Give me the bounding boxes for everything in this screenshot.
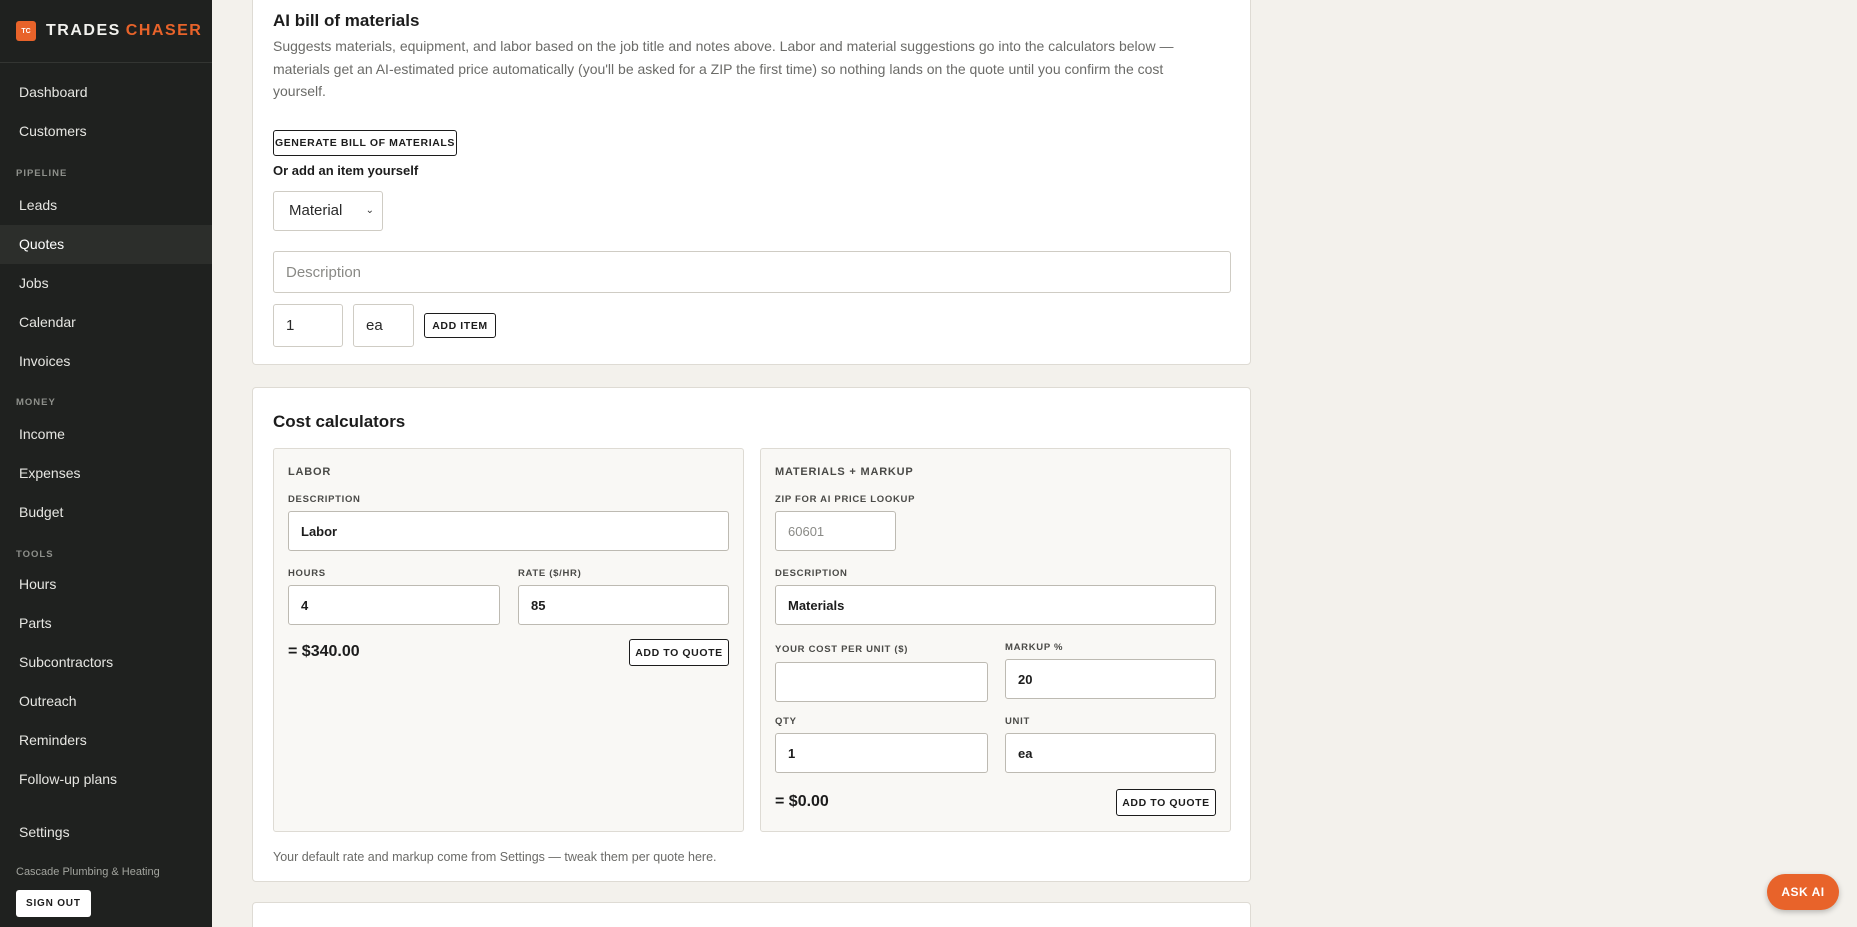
brand-name: TRADES CHASER	[46, 22, 203, 39]
company-name: Cascade Plumbing & Heating	[16, 866, 160, 878]
sidebar-item-quotes[interactable]: Quotes	[0, 225, 212, 264]
add-item-button[interactable]: ADD ITEM	[424, 313, 496, 338]
sidebar: TC TRADES CHASER Dashboard Customers PIPE…	[0, 0, 212, 927]
section-label-tools: TOOLS	[16, 549, 54, 560]
labor-hours-label: HOURS	[288, 568, 326, 579]
sidebar-item-parts[interactable]: Parts	[0, 604, 212, 643]
calculators-footnote: Your default rate and markup come from S…	[273, 850, 717, 864]
item-description-input[interactable]	[273, 251, 1231, 293]
labor-panel: LABOR DESCRIPTION HOURS RATE ($/HR) = $3…	[273, 448, 744, 832]
item-qty-input[interactable]	[273, 304, 343, 347]
add-item-yourself-label: Or add an item yourself	[273, 163, 419, 178]
section-label-money: MONEY	[16, 397, 56, 408]
chevron-down-icon: ⌄	[365, 205, 374, 216]
brand[interactable]: TC TRADES CHASER	[0, 0, 212, 63]
generate-bom-button[interactable]: GENERATE BILL OF MATERIALS	[273, 130, 457, 156]
sidebar-item-budget[interactable]: Budget	[0, 493, 212, 532]
materials-unit-label: UNIT	[1005, 716, 1030, 727]
zip-input[interactable]	[775, 511, 896, 551]
materials-qty-input[interactable]	[775, 733, 988, 773]
brand-logo-icon: TC	[16, 21, 36, 41]
markup-input[interactable]	[1005, 659, 1216, 699]
sidebar-item-expenses[interactable]: Expenses	[0, 454, 212, 493]
bom-description: Suggests materials, equipment, and labor…	[273, 38, 1174, 99]
sidebar-item-invoices[interactable]: Invoices	[0, 342, 212, 381]
materials-add-to-quote-button[interactable]: ADD TO QUOTE	[1116, 789, 1216, 816]
labor-hours-input[interactable]	[288, 585, 500, 625]
item-type-select[interactable]: Material ⌄	[273, 191, 383, 231]
bom-card: AI bill of materials Suggests materials,…	[252, 0, 1251, 365]
labor-total: = $340.00	[288, 643, 360, 660]
labor-rate-label: RATE ($/HR)	[518, 568, 582, 579]
item-unit-input[interactable]	[353, 304, 414, 347]
markup-label: MARKUP %	[1005, 642, 1064, 653]
sidebar-item-reminders[interactable]: Reminders	[0, 721, 212, 760]
sidebar-item-jobs[interactable]: Jobs	[0, 264, 212, 303]
labor-description-input[interactable]	[288, 511, 729, 551]
materials-description-input[interactable]	[775, 585, 1216, 625]
sidebar-item-hours[interactable]: Hours	[0, 565, 212, 604]
materials-panel: MATERIALS + MARKUP ZIP FOR AI PRICE LOOK…	[760, 448, 1231, 832]
cost-per-unit-input[interactable]	[775, 662, 988, 702]
materials-title: MATERIALS + MARKUP	[775, 466, 914, 478]
cost-per-unit-label: YOUR COST PER UNIT ($)	[775, 644, 909, 655]
sidebar-item-subcontractors[interactable]: Subcontractors	[0, 643, 212, 682]
materials-qty-label: QTY	[775, 716, 797, 727]
cost-calculators-card: Cost calculators LABOR DESCRIPTION HOURS…	[252, 387, 1251, 882]
sidebar-item-outreach[interactable]: Outreach	[0, 682, 212, 721]
calculators-title: Cost calculators	[273, 412, 406, 431]
labor-title: LABOR	[288, 466, 332, 478]
sidebar-item-follow-up-plans[interactable]: Follow-up plans	[0, 760, 212, 799]
section-label-pipeline: PIPELINE	[16, 168, 68, 179]
sign-out-button[interactable]: SIGN OUT	[16, 890, 91, 917]
sidebar-item-settings[interactable]: Settings	[0, 813, 212, 852]
ask-ai-button[interactable]: ASK AI	[1767, 874, 1839, 910]
materials-unit-input[interactable]	[1005, 733, 1216, 773]
materials-description-label: DESCRIPTION	[775, 568, 848, 579]
labor-rate-input[interactable]	[518, 585, 729, 625]
sidebar-item-calendar[interactable]: Calendar	[0, 303, 212, 342]
materials-total: = $0.00	[775, 793, 829, 810]
zip-label: ZIP FOR AI PRICE LOOKUP	[775, 494, 916, 505]
sidebar-item-customers[interactable]: Customers	[0, 112, 212, 151]
sidebar-item-leads[interactable]: Leads	[0, 186, 212, 225]
sidebar-item-dashboard[interactable]: Dashboard	[0, 73, 212, 112]
labor-description-label: DESCRIPTION	[288, 494, 361, 505]
item-type-selected: Material	[289, 202, 343, 219]
next-card	[252, 902, 1251, 927]
bom-title: AI bill of materials	[273, 11, 420, 30]
labor-add-to-quote-button[interactable]: ADD TO QUOTE	[629, 639, 729, 666]
sidebar-item-income[interactable]: Income	[0, 415, 212, 454]
